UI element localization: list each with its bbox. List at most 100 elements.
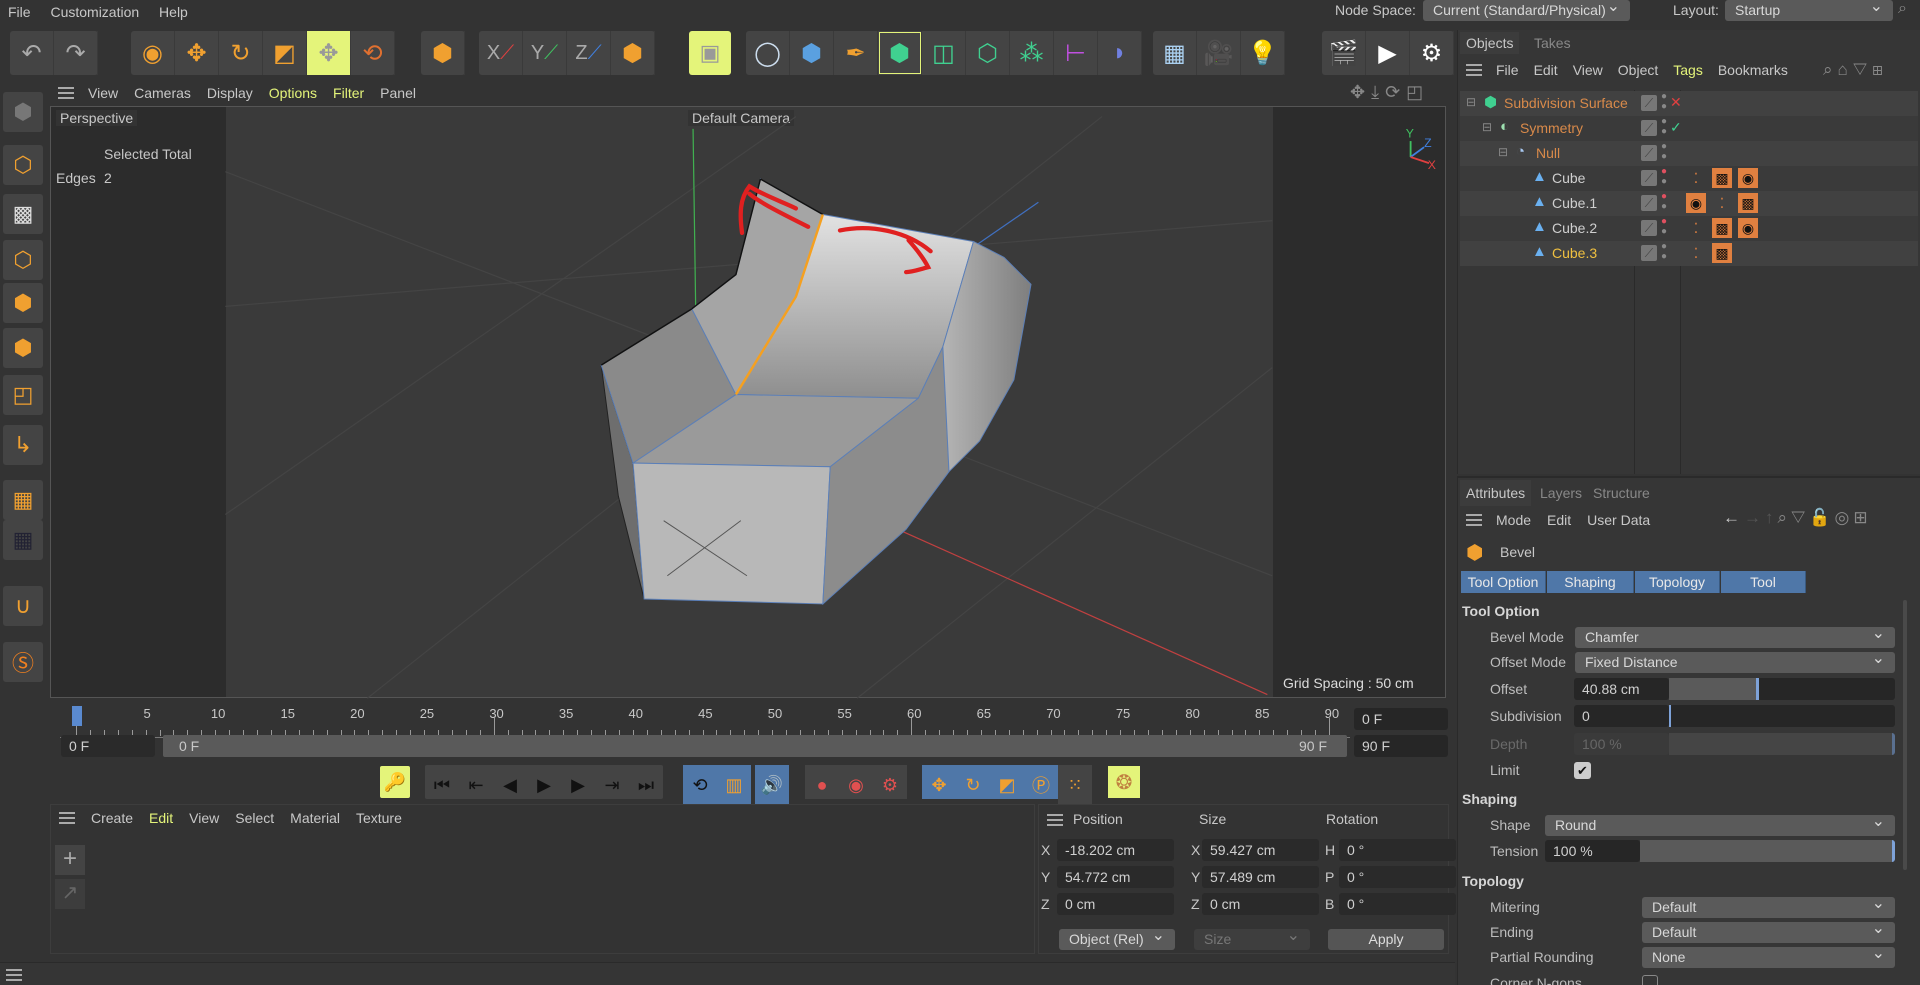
objects-menu-file[interactable]: File bbox=[1496, 62, 1519, 78]
object-row[interactable]: ⊟ ◐ Symmetry ⟋ ● ● ✓ bbox=[1460, 116, 1918, 141]
display-tag-icon[interactable]: ◉ bbox=[1738, 168, 1758, 188]
polygon-mode-icon[interactable]: ⬢ bbox=[3, 328, 43, 368]
next-key-icon[interactable]: ⇥ bbox=[595, 765, 629, 805]
range-start[interactable]: 0 F bbox=[179, 738, 199, 754]
material-menu-view[interactable]: View bbox=[189, 810, 219, 826]
snap-icon[interactable]: ∪ bbox=[3, 586, 43, 626]
up-icon[interactable]: ↑ bbox=[1765, 508, 1778, 527]
autokey-icon[interactable]: 🔑 bbox=[380, 766, 410, 798]
axis-move-icon[interactable]: ✥ bbox=[307, 31, 351, 75]
menu-customization[interactable]: Customization bbox=[50, 4, 139, 20]
tension-field[interactable]: 100 % bbox=[1545, 840, 1640, 862]
visibility-dots[interactable]: ● ● bbox=[1661, 217, 1667, 237]
tab-attributes[interactable]: Attributes bbox=[1460, 480, 1532, 506]
camera-name[interactable]: Default Camera bbox=[688, 110, 795, 126]
subtab-tool-option[interactable]: Tool Option bbox=[1461, 571, 1546, 593]
attributes-scrollbar[interactable] bbox=[1903, 600, 1907, 870]
object-row[interactable]: ⊟ ◔ Null ⟋ ● ● bbox=[1460, 141, 1918, 166]
light-icon[interactable]: 💡 bbox=[1241, 31, 1285, 75]
previous-frame-icon[interactable]: ◀ bbox=[493, 765, 527, 805]
menu-icon[interactable] bbox=[58, 87, 74, 99]
apply-button[interactable]: Apply bbox=[1328, 929, 1444, 950]
material-menu-create[interactable]: Create bbox=[91, 810, 133, 826]
y-axis-icon[interactable]: Y ⟋ bbox=[523, 31, 567, 75]
back-icon[interactable]: ← bbox=[1723, 508, 1744, 527]
visibility-dots[interactable]: ● ● bbox=[1661, 92, 1667, 112]
timeline-start-field[interactable]: 0 F bbox=[61, 735, 155, 757]
objects-menu-view[interactable]: View bbox=[1573, 62, 1603, 78]
viewport[interactable] bbox=[50, 106, 1446, 698]
range-end[interactable]: 90 F bbox=[1299, 738, 1327, 754]
attributes-menu-mode[interactable]: Mode bbox=[1496, 512, 1531, 528]
layer-edit-icon[interactable]: ⟋ bbox=[1641, 220, 1657, 236]
object-name[interactable]: Null bbox=[1536, 145, 1560, 161]
texture-tag-icon[interactable]: ▩ bbox=[1738, 193, 1758, 213]
tension-slider[interactable] bbox=[1640, 840, 1895, 862]
object-row[interactable]: ▲ Cube.3 ⟋ ● ● ⁚ ▩ bbox=[1460, 241, 1918, 266]
object-row[interactable]: ▲ Cube.2 ⟋ ● ● ⁚ ▩ ◉ bbox=[1460, 216, 1918, 241]
size-mode-dropdown[interactable]: Size bbox=[1194, 925, 1310, 950]
object-status[interactable]: ✓ bbox=[1670, 119, 1682, 136]
ending-dropdown[interactable]: Default bbox=[1642, 918, 1895, 943]
viewport-menu-cameras[interactable]: Cameras bbox=[134, 85, 191, 101]
layout-dropdown[interactable]: Startup bbox=[1725, 0, 1893, 21]
attributes-menu-edit[interactable]: Edit bbox=[1547, 512, 1571, 528]
solo-icon[interactable]: Ⓢ bbox=[3, 642, 43, 682]
texture-tag-icon[interactable]: ▩ bbox=[1712, 243, 1732, 263]
tab-structure[interactable]: Structure bbox=[1593, 485, 1650, 501]
maximize-icon[interactable]: ◰ bbox=[1406, 82, 1429, 102]
expand-icon[interactable]: ⊟ bbox=[1482, 120, 1492, 134]
visibility-dots[interactable]: ● ● bbox=[1661, 192, 1667, 212]
layer-edit-icon[interactable]: ⟋ bbox=[1641, 120, 1657, 136]
size-field[interactable]: 59.427 cm bbox=[1202, 839, 1319, 861]
mitering-dropdown[interactable]: Default bbox=[1642, 893, 1895, 918]
go-to-end-icon[interactable]: ⏭ bbox=[629, 765, 663, 805]
visibility-dots[interactable]: ● ● bbox=[1661, 142, 1667, 162]
forward-icon[interactable]: → bbox=[1744, 508, 1765, 527]
visibility-dots[interactable]: ● ● bbox=[1661, 242, 1667, 262]
viewport-menu-panel[interactable]: Panel bbox=[380, 85, 416, 101]
display-tag-icon[interactable]: ◉ bbox=[1738, 218, 1758, 238]
volume-icon[interactable]: ⬡ bbox=[966, 31, 1010, 75]
objects-menu-object[interactable]: Object bbox=[1618, 62, 1658, 78]
status-menu-icon[interactable] bbox=[6, 969, 22, 981]
camera-icon[interactable]: 🎥 bbox=[1197, 31, 1241, 75]
subdivision-surface-icon[interactable]: ⬢ bbox=[878, 31, 922, 75]
symmetry-icon[interactable]: ⊢ bbox=[1054, 31, 1098, 75]
axis-mode-icon[interactable]: ↳ bbox=[3, 425, 43, 465]
rotation-field[interactable]: 0 ° bbox=[1339, 866, 1456, 888]
shape-dropdown[interactable]: Round bbox=[1545, 811, 1895, 836]
home-icon[interactable]: ⌂ bbox=[1838, 60, 1853, 79]
uv-mode-icon[interactable]: ◰ bbox=[3, 375, 43, 415]
lock-icon[interactable]: 🔓 bbox=[1809, 508, 1834, 527]
floor-icon[interactable]: ▦ bbox=[1153, 31, 1197, 75]
subdivision-slider[interactable] bbox=[1669, 705, 1895, 727]
limit-checkbox[interactable]: ✔ bbox=[1574, 762, 1591, 779]
filter-icon[interactable]: ▽ bbox=[1791, 508, 1809, 527]
expand-icon[interactable]: ⊟ bbox=[1498, 145, 1508, 159]
menu-help[interactable]: Help bbox=[159, 4, 188, 20]
tab-layers[interactable]: Layers bbox=[1540, 485, 1582, 501]
render-settings-icon[interactable]: ⚙ bbox=[1410, 31, 1454, 75]
viewport-menu-filter[interactable]: Filter bbox=[333, 85, 364, 101]
tab-takes[interactable]: Takes bbox=[1534, 35, 1571, 51]
dolly-icon[interactable]: ⤓ bbox=[1371, 82, 1385, 102]
null-icon[interactable]: ◯ bbox=[746, 31, 790, 75]
extrude-icon[interactable]: ◫ bbox=[922, 31, 966, 75]
texture-mode-icon[interactable]: ▩ bbox=[3, 194, 43, 234]
record-settings-icon[interactable]: ⚙ bbox=[873, 765, 907, 805]
viewport-menu-view[interactable]: View bbox=[88, 85, 118, 101]
layer-edit-icon[interactable]: ⟋ bbox=[1641, 195, 1657, 211]
next-frame-icon[interactable]: ▶ bbox=[561, 765, 595, 805]
display-tag-icon[interactable]: ◉ bbox=[1686, 193, 1706, 213]
timeline-range-bar[interactable]: 0 F 90 F bbox=[163, 735, 1347, 757]
playhead[interactable] bbox=[72, 706, 82, 726]
undo-icon[interactable]: ↶ bbox=[10, 31, 54, 75]
viewport-menu-options[interactable]: Options bbox=[269, 85, 317, 101]
object-row[interactable]: ▲ Cube ⟋ ● ● ⁚ ▩ ◉ bbox=[1460, 166, 1918, 191]
position-field[interactable]: 54.772 cm bbox=[1057, 866, 1174, 888]
coord-mode-dropdown[interactable]: Object (Rel) bbox=[1059, 925, 1175, 950]
corner-ngons-checkbox[interactable] bbox=[1642, 975, 1658, 985]
previous-key-icon[interactable]: ⇤ bbox=[459, 765, 493, 805]
coords-menu-icon[interactable] bbox=[1047, 814, 1063, 826]
